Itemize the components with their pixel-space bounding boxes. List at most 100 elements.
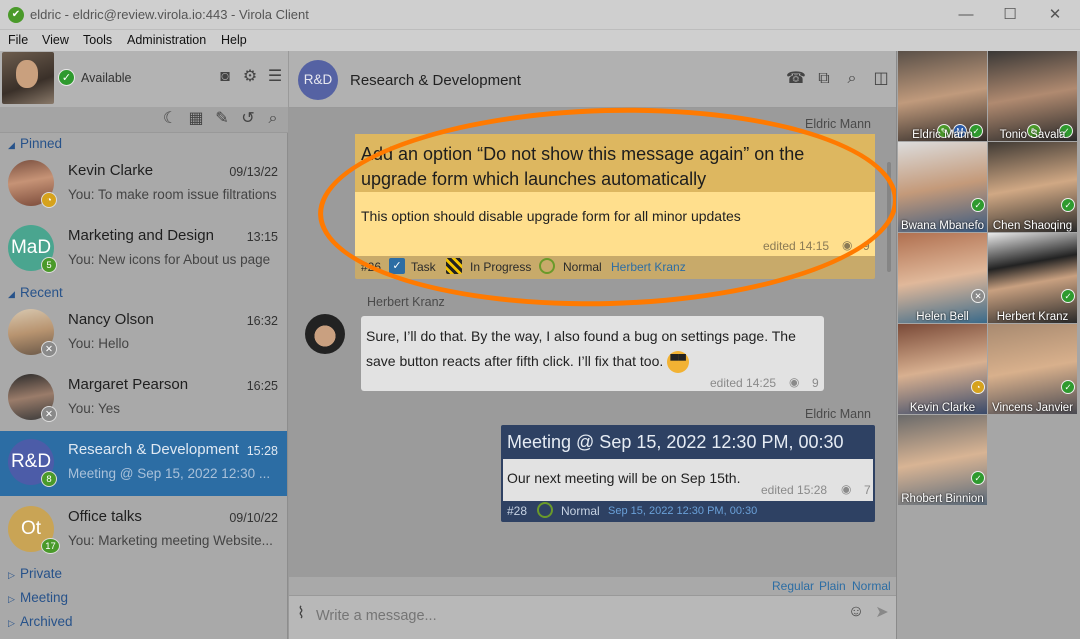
participant-name: Vincens Janvier: [992, 402, 1073, 414]
participant-tile[interactable]: ✓ Herbert Kranz: [988, 233, 1077, 323]
menu-tools[interactable]: Tools: [83, 33, 112, 47]
avatar[interactable]: [305, 314, 345, 354]
meeting-date[interactable]: Sep 15, 2022 12:30 PM, 00:30: [608, 505, 757, 517]
new-chat-icon[interactable]: ✎: [212, 110, 232, 130]
gear-icon[interactable]: ⚙: [240, 68, 260, 88]
section-private[interactable]: ▷ Private: [8, 566, 62, 581]
participant-tile[interactable]: ✕ Helen Bell: [898, 233, 987, 323]
participant-tile[interactable]: ✓ Rhobert Binnion: [898, 415, 987, 505]
eye-icon: ◉: [841, 482, 852, 496]
participant-tile[interactable]: ✓ Bwana Mbanefo: [898, 142, 987, 232]
section-meeting[interactable]: ▷ Meeting: [8, 590, 68, 605]
participant-name: Eldric Mann: [912, 129, 973, 141]
maximize-button[interactable]: ☐: [1000, 5, 1020, 25]
chat-time: 09/10/22: [229, 511, 278, 525]
participant-tile[interactable]: ✓ Chen Shaoqing: [988, 142, 1077, 232]
chat-preview: You: Hello: [68, 336, 130, 351]
message-bubble[interactable]: Sure, I’ll do that. By the way, I also f…: [361, 316, 824, 391]
copy-icon[interactable]: ⧉: [814, 70, 834, 90]
menu-administration[interactable]: Administration: [127, 33, 206, 47]
do-not-disturb-icon[interactable]: ☾: [160, 110, 180, 130]
edited-time: edited 14:25: [710, 376, 777, 390]
status-label[interactable]: Available: [81, 71, 132, 85]
meeting-body: Our next meeting will be on Sep 15th. ed…: [503, 459, 873, 501]
search-icon[interactable]: ⌕: [263, 110, 283, 130]
chat-item-kevin-clarke[interactable]: ◔ Kevin Clarke 09/13/22 You: To make roo…: [0, 152, 287, 217]
chat-title: Office talks: [68, 508, 142, 525]
format-regular[interactable]: Regular: [772, 579, 814, 593]
participant-name: Chen Shaoqing: [992, 220, 1073, 232]
view-count: 9: [812, 376, 819, 390]
calendar-icon[interactable]: ▦: [186, 110, 206, 130]
app-logo-icon: ✔: [8, 7, 24, 23]
meeting-message[interactable]: Meeting @ Sep 15, 2022 12:30 PM, 00:30 O…: [501, 425, 875, 522]
participant-tile[interactable]: ✎ M ✓ Eldric Mann: [898, 51, 987, 141]
attachment-icon[interactable]: ⌇: [291, 605, 311, 625]
send-icon[interactable]: ➤: [872, 604, 892, 624]
chat-title: Margaret Pearson: [68, 376, 189, 393]
chat-title: Kevin Clarke: [68, 162, 154, 179]
window-title: eldric - eldric@review.virola.io:443 - V…: [30, 7, 309, 22]
chat-time: 09/13/22: [229, 165, 278, 179]
sunglasses-emoji-icon: ▀▀: [667, 351, 690, 374]
participant-tile[interactable]: ✎ ✓ Tonio Savala: [988, 51, 1077, 141]
meeting-priority[interactable]: Normal: [561, 504, 600, 518]
chat-time: 15:28: [246, 444, 278, 458]
chat-item-margaret-pearson[interactable]: ✕ Margaret Pearson 16:25 You: Yes: [0, 366, 287, 431]
participant-name: Herbert Kranz: [996, 311, 1069, 323]
chat-preview: Meeting @ Sep 15, 2022 12:30 ...: [68, 466, 271, 481]
chat-avatar[interactable]: R&D: [298, 60, 338, 100]
sidebar-toggle-icon[interactable]: ◫: [871, 70, 891, 90]
edited-time: edited 15:28: [761, 483, 828, 497]
participant-name: Rhobert Binnion: [901, 493, 984, 505]
meeting-number[interactable]: #28: [507, 504, 527, 518]
available-status-icon: ✓: [58, 69, 75, 86]
participant-name: Helen Bell: [916, 311, 969, 323]
menu-file[interactable]: File: [8, 33, 28, 47]
close-window-button[interactable]: ✕: [1045, 5, 1065, 25]
participant-tile[interactable]: ◔ Kevin Clarke: [898, 324, 987, 414]
menu-help[interactable]: Help: [221, 33, 247, 47]
minimize-button[interactable]: —: [956, 5, 976, 25]
priority-icon: [537, 502, 553, 518]
format-normal[interactable]: Normal: [852, 579, 891, 593]
participant-name: Kevin Clarke: [909, 402, 976, 414]
history-icon[interactable]: ↺: [238, 110, 258, 130]
offline-status-icon: ✕: [41, 341, 57, 357]
chat-item-research-and-development[interactable]: R&D 8 Research & Development 15:28 Meeti…: [0, 431, 287, 496]
hamburger-menu-icon[interactable]: ☰: [265, 68, 285, 88]
chat-time: 16:25: [246, 379, 278, 393]
chat-time: 13:15: [246, 230, 278, 244]
participant-tile[interactable]: ✓ Vincens Janvier: [988, 324, 1077, 414]
camera-icon[interactable]: ◙: [215, 68, 235, 88]
meeting-title: Meeting @ Sep 15, 2022 12:30 PM, 00:30: [507, 432, 844, 452]
chat-time: 16:32: [246, 314, 278, 328]
call-icon[interactable]: ☎: [786, 70, 806, 90]
participant-name: Bwana Mbanefo: [900, 220, 985, 232]
search-icon[interactable]: ⌕: [842, 70, 862, 90]
chat-preview: You: Yes: [68, 401, 121, 416]
chat-title: Marketing and Design: [68, 227, 214, 244]
offline-status-icon: ✕: [41, 406, 57, 422]
message-author: Eldric Mann: [805, 407, 871, 421]
menu-view[interactable]: View: [42, 33, 69, 47]
chat-item-nancy-olson[interactable]: ✕ Nancy Olson 16:32 You: Hello: [0, 301, 287, 366]
chat-title: Research & Development: [350, 72, 521, 89]
my-avatar[interactable]: [2, 52, 54, 104]
section-archived[interactable]: ▷ Archived: [8, 614, 73, 629]
section-recent[interactable]: ◢ Recent: [8, 285, 63, 300]
eye-icon: ◉: [789, 375, 800, 389]
emoji-icon[interactable]: ☺: [846, 603, 866, 623]
chat-preview: You: New icons for About us page: [68, 252, 271, 267]
message-input[interactable]: [316, 603, 836, 629]
section-pinned[interactable]: ◢ Pinned: [8, 136, 62, 151]
chat-title: Nancy Olson: [68, 311, 154, 328]
chat-preview: You: To make room issue filtrations: [68, 187, 277, 202]
participant-name: Tonio Savala: [999, 129, 1066, 141]
unread-count-badge: 8: [41, 471, 57, 487]
unread-count-badge: 5: [41, 257, 57, 273]
unread-count-badge: 17: [41, 538, 60, 554]
chat-item-marketing-and-design[interactable]: MaD 5 Marketing and Design 13:15 You: Ne…: [0, 217, 287, 282]
chat-item-office-talks[interactable]: Ot 17 Office talks 09/10/22 You: Marketi…: [0, 498, 287, 563]
format-plain[interactable]: Plain: [819, 579, 846, 593]
